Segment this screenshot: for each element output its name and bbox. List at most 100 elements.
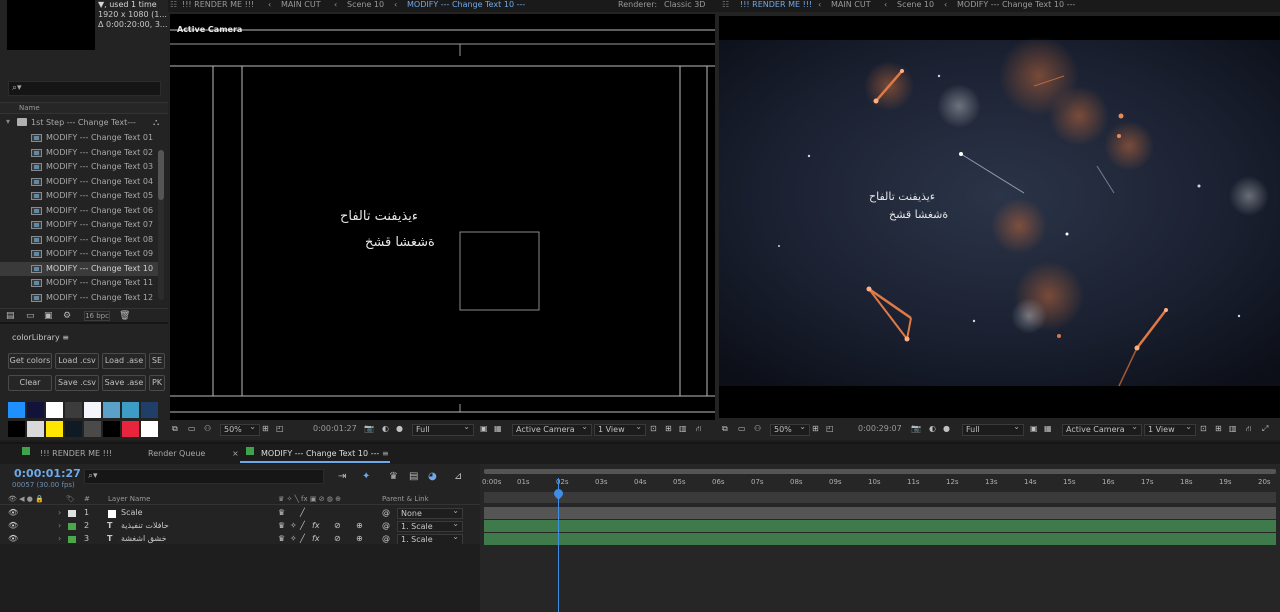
mask-icon[interactable]: ⚇: [204, 424, 211, 433]
region-icon[interactable]: ◰: [276, 424, 284, 433]
grid-icon[interactable]: ⊞: [1215, 424, 1222, 433]
color-library-button[interactable]: Get colors: [8, 353, 52, 369]
transparency-icon[interactable]: ▦: [1044, 424, 1052, 433]
scrollbar-thumb[interactable]: [158, 150, 164, 200]
tab-render-me[interactable]: !!! RENDER ME !!!: [182, 0, 254, 9]
zoom-dropdown[interactable]: 50%: [220, 422, 260, 436]
graph-editor-icon[interactable]: ⊿: [454, 471, 462, 482]
color-library-button[interactable]: Clear: [8, 375, 52, 391]
nav-arrow-icon[interactable]: ‹: [268, 0, 271, 9]
expand-arrow-icon[interactable]: ›: [58, 534, 61, 543]
snapshot-icon[interactable]: 📷: [364, 424, 374, 433]
monitor-icon[interactable]: ▭: [188, 424, 196, 433]
disclosure-triangle-icon[interactable]: ▾: [6, 117, 10, 126]
project-item[interactable]: MODIFY --- Change Text 09: [0, 247, 158, 262]
color-library-button[interactable]: Save .ase: [102, 375, 146, 391]
camera-dropdown[interactable]: Active Camera: [512, 422, 592, 436]
layer-duration-bar[interactable]: [484, 533, 1276, 545]
fit-icon[interactable]: ⊞: [262, 424, 269, 433]
trash-icon[interactable]: 🗑: [119, 311, 130, 321]
region-icon[interactable]: ◰: [826, 424, 834, 433]
comp-text-line-2[interactable]: ةشغشا قشخ: [365, 235, 435, 250]
effects-switch-icon[interactable]: fx: [312, 521, 320, 530]
panel-menu-icon[interactable]: ≡: [382, 449, 389, 458]
color-swatch[interactable]: [8, 421, 25, 437]
tab-scene-10[interactable]: Scene 10: [897, 0, 934, 9]
zoom-dropdown[interactable]: 50%: [770, 422, 810, 436]
project-item[interactable]: MODIFY --- Change Text 07: [0, 218, 158, 233]
expand-arrow-icon[interactable]: ›: [58, 521, 61, 530]
bpc-button[interactable]: 16 bpc: [84, 311, 110, 321]
quality-switch-icon[interactable]: ╱: [300, 534, 305, 543]
nav-arrow-icon[interactable]: ‹: [818, 0, 821, 9]
project-item[interactable]: MODIFY --- Change Text 01: [0, 131, 158, 146]
project-item[interactable]: MODIFY --- Change Text 10: [0, 261, 158, 276]
label-column-icon[interactable]: 🏷: [66, 495, 75, 503]
color-swatch[interactable]: [84, 421, 101, 437]
current-time-display[interactable]: 0:00:01:27: [14, 467, 81, 480]
project-item[interactable]: MODIFY --- Change Text 02: [0, 146, 158, 161]
shy-switch-icon[interactable]: ♛: [278, 534, 285, 543]
project-scrollbar[interactable]: [158, 150, 164, 300]
transparency-icon[interactable]: ▦: [494, 424, 502, 433]
project-item[interactable]: MODIFY --- Change Text 08: [0, 233, 158, 248]
nav-arrow-icon[interactable]: ‹: [884, 0, 887, 9]
timeline-search-input[interactable]: ⌕▾: [84, 469, 324, 484]
settings-icon[interactable]: ⚙: [63, 311, 71, 321]
project-item[interactable]: MODIFY --- Change Text 04: [0, 175, 158, 190]
color-library-button[interactable]: Load .csv: [55, 353, 99, 369]
layer-name[interactable]: Scale: [121, 508, 143, 517]
color-swatch[interactable]: [27, 402, 44, 418]
layer-duration-bar[interactable]: [484, 520, 1276, 532]
switches-column-icon[interactable]: ♛ ✧ ╲ fx ▣ ⊘ ◍ ⊕: [278, 495, 341, 503]
grid-icon[interactable]: ⊞: [665, 424, 672, 433]
expand-arrow-icon[interactable]: ›: [58, 508, 61, 517]
share-icon[interactable]: ⛙: [1246, 424, 1252, 434]
timecode[interactable]: 0:00:01:27: [313, 424, 357, 433]
color-swatch[interactable]: [122, 421, 139, 437]
tab-render-me[interactable]: !!! RENDER ME !!!: [740, 0, 812, 9]
project-item[interactable]: MODIFY --- Change Text 06: [0, 204, 158, 219]
tab-render-queue[interactable]: Render Queue: [148, 449, 205, 458]
draft-3d-icon[interactable]: ✦: [362, 471, 370, 482]
close-icon[interactable]: ×: [232, 449, 239, 458]
visibility-eye-icon[interactable]: 👁: [8, 534, 18, 543]
layer-row[interactable]: 👁 › 2 T حافلات تنفيذية ♛ ✧ ╱ fx ⊘ ⊕ @1. Scale: [0, 519, 480, 533]
project-column-header[interactable]: Name: [0, 102, 168, 114]
new-comp-icon[interactable]: ▣: [44, 311, 53, 321]
project-item[interactable]: MODIFY --- Change Text 05: [0, 189, 158, 204]
color-swatch[interactable]: [141, 402, 158, 418]
3d-icon[interactable]: ▥: [1229, 424, 1237, 433]
layer-name[interactable]: حافلات تنفيذية: [121, 521, 169, 530]
tab-render-me[interactable]: !!! RENDER ME !!!: [40, 449, 112, 458]
layout-icon[interactable]: ⊡: [650, 424, 657, 433]
project-folder[interactable]: ▾ 1st Step --- Change Text--- ⛬: [0, 116, 159, 131]
renderer-value[interactable]: Classic 3D: [664, 0, 705, 9]
color-swatch[interactable]: [122, 402, 139, 418]
nav-arrow-icon[interactable]: ‹: [334, 0, 337, 9]
nav-arrow-icon[interactable]: ‹: [394, 0, 397, 9]
effects-switch-icon[interactable]: fx: [312, 534, 320, 543]
color-library-button[interactable]: Save .csv: [55, 375, 99, 391]
3d-layer-switch-icon[interactable]: ⊕: [356, 534, 363, 543]
quality-switch-icon[interactable]: ╱: [300, 521, 305, 530]
color-library-button[interactable]: SE: [149, 353, 165, 369]
always-preview-icon[interactable]: ⧉: [172, 424, 178, 434]
shy-switch-icon[interactable]: ♛: [278, 521, 285, 530]
views-dropdown[interactable]: 1 View: [1144, 422, 1196, 436]
always-preview-icon[interactable]: ⧉: [722, 424, 728, 434]
color-channel-icon[interactable]: ●: [943, 424, 950, 433]
color-swatch[interactable]: [65, 421, 82, 437]
layer-name-column[interactable]: Layer Name: [108, 495, 150, 503]
parent-link-column[interactable]: Parent & Link: [382, 495, 429, 503]
layer-row[interactable]: 👁 › 1 Scale ♛ ╱ @ None: [0, 506, 480, 520]
roi-icon[interactable]: ▣: [1030, 424, 1038, 433]
project-item[interactable]: MODIFY --- Change Text 12: [0, 291, 158, 306]
time-navigator[interactable]: [484, 492, 1276, 503]
views-dropdown[interactable]: 1 View: [594, 422, 646, 436]
parent-dropdown[interactable]: None: [397, 506, 463, 519]
color-channel-icon[interactable]: ●: [396, 424, 403, 433]
fit-icon[interactable]: ⊞: [812, 424, 819, 433]
visibility-eye-icon[interactable]: 👁: [8, 521, 18, 530]
resolution-dropdown[interactable]: Full: [962, 422, 1024, 436]
